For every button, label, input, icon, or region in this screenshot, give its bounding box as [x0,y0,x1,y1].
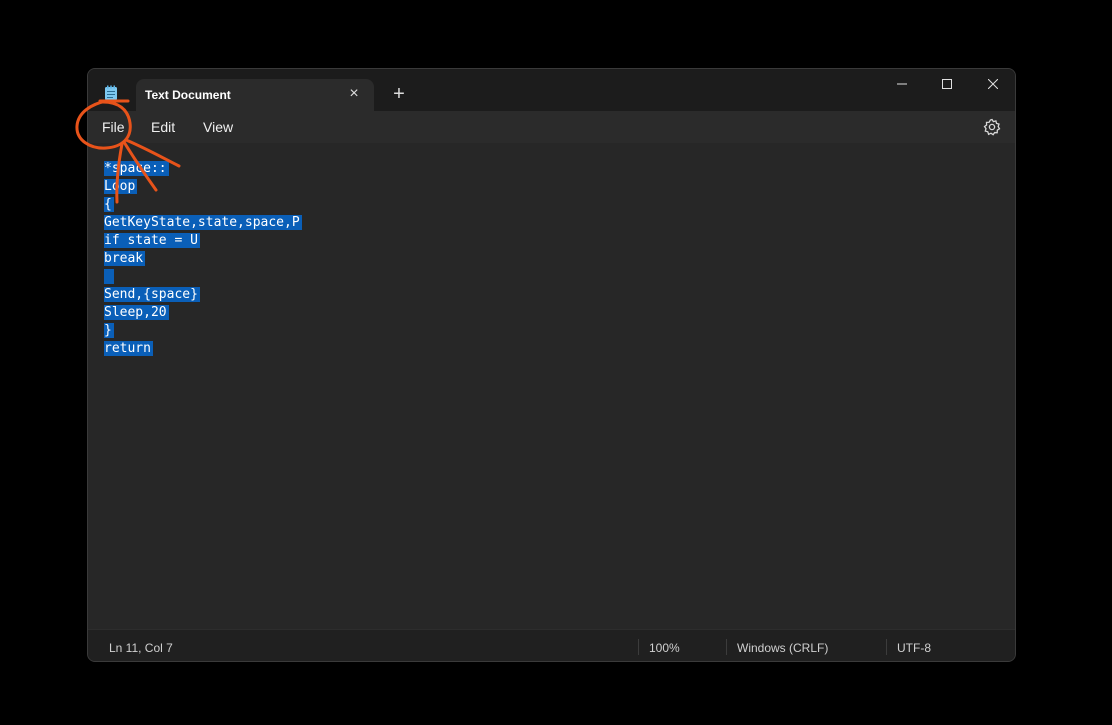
status-divider [886,639,887,655]
code-line[interactable]: return [104,340,302,358]
menu-file[interactable]: File [96,117,131,137]
code-line-text: Sleep,20 [104,305,169,320]
status-divider [638,639,639,655]
code-line-text [104,269,114,284]
code-line-text: return [104,341,153,356]
close-window-button[interactable] [970,69,1015,99]
selected-code-text[interactable]: *space:: Loop{GetKeyState,state,space,Pif… [104,160,302,358]
code-line-text: if state = U [104,233,200,248]
status-divider [726,639,727,655]
code-line[interactable]: if state = U [104,232,302,250]
minimize-icon [897,83,907,85]
code-line[interactable]: break [104,250,302,268]
cursor-position: Ln 11, Col 7 [109,641,173,655]
maximize-button[interactable] [924,69,970,99]
notepad-icon [105,85,117,100]
status-bar: Ln 11, Col 7 100% Windows (CRLF) UTF-8 [88,629,1015,661]
code-line[interactable]: Loop [104,178,302,196]
minimize-button[interactable] [879,69,925,99]
encoding[interactable]: UTF-8 [897,641,931,655]
code-line-text: } [104,323,114,338]
code-line-text: { [104,197,114,212]
title-bar[interactable]: Text Document × + [88,69,1015,111]
settings-gear-icon[interactable] [983,118,1001,136]
code-line-text: Send,{space} [104,287,200,302]
menu-view[interactable]: View [197,117,239,137]
text-editor[interactable]: *space:: Loop{GetKeyState,state,space,Pif… [88,143,1015,629]
maximize-icon [942,79,952,89]
menu-edit[interactable]: Edit [145,117,181,137]
code-line[interactable]: { [104,196,302,214]
close-icon [988,79,998,89]
code-line[interactable]: } [104,322,302,340]
line-ending[interactable]: Windows (CRLF) [737,641,828,655]
zoom-level[interactable]: 100% [649,641,680,655]
notepad-window: Text Document × + File Edit View *space:… [87,68,1016,662]
code-line-text: Loop [104,179,138,194]
code-line[interactable]: GetKeyState,state,space,P [104,214,302,232]
close-tab-icon[interactable]: × [344,84,364,104]
code-line[interactable]: Send,{space} [104,286,302,304]
code-line[interactable]: Sleep,20 [104,304,302,322]
tab-text-document[interactable]: Text Document × [136,79,374,111]
code-line-text: break [104,251,146,266]
new-tab-button[interactable]: + [388,83,410,105]
code-line[interactable]: *space:: [104,160,302,178]
code-line[interactable] [104,268,302,286]
code-line-text: GetKeyState,state,space,P [104,215,302,230]
tab-title: Text Document [145,88,231,102]
code-line-text: *space:: [104,161,169,176]
menu-bar: File Edit View [88,111,1015,143]
